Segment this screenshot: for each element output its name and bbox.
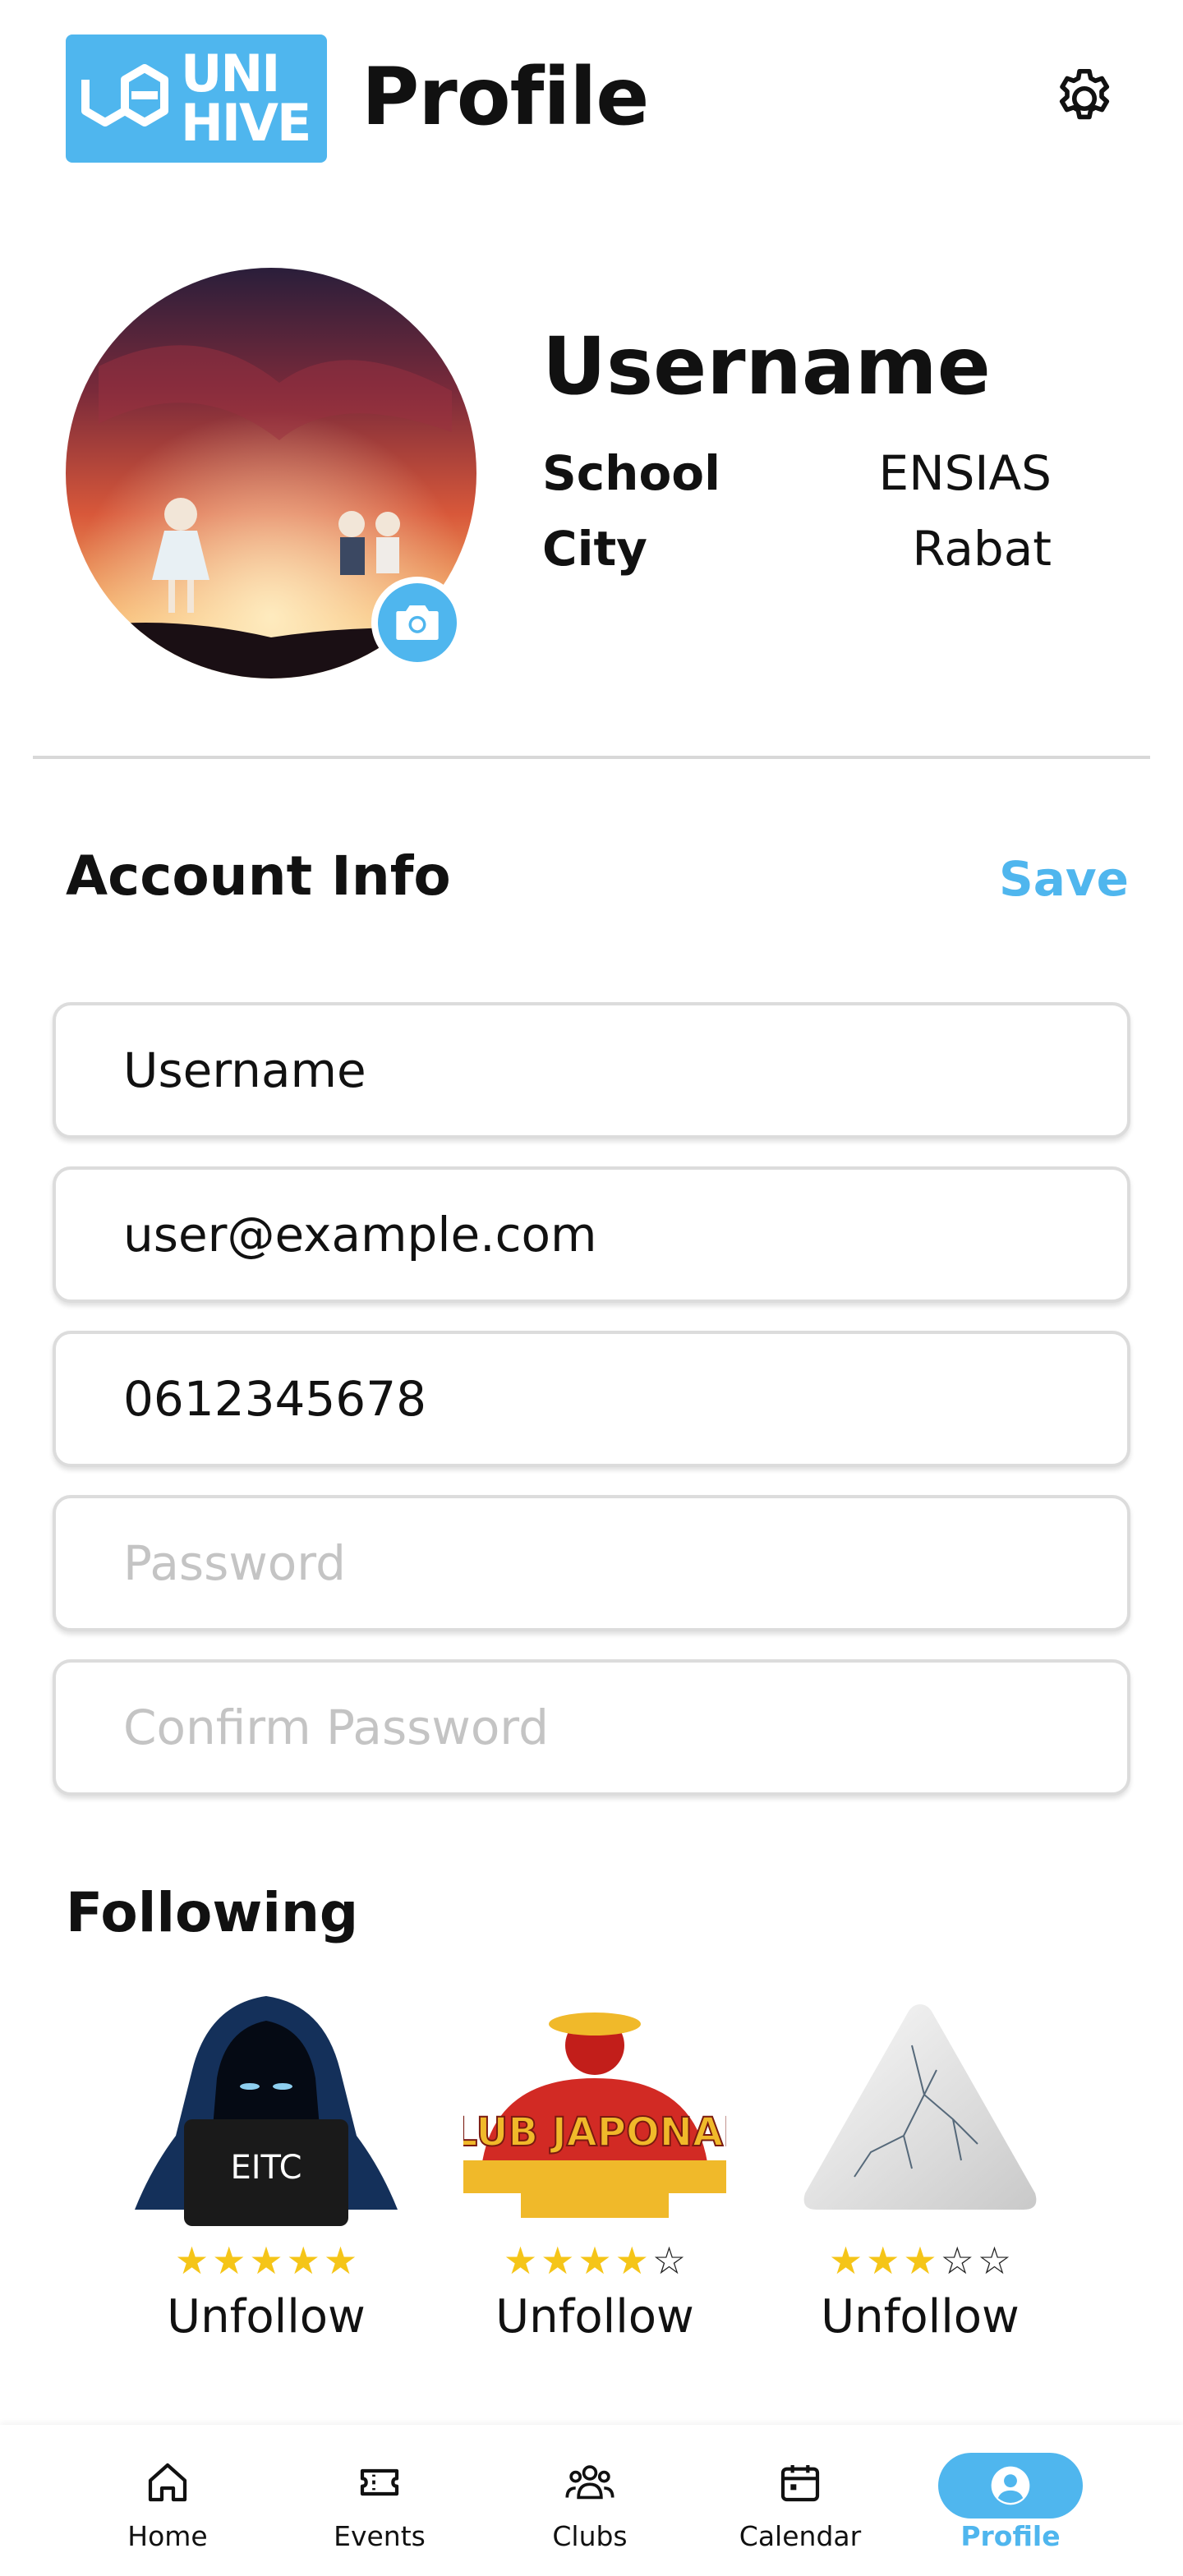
followed-club-card: ★ ★ ★ ☆ ☆ Unfollow bbox=[780, 1988, 1060, 2344]
star-empty-icon: ☆ bbox=[940, 2238, 974, 2283]
page-title: Profile bbox=[361, 51, 649, 143]
star-filled-icon: ★ bbox=[503, 2238, 538, 2283]
nav-home[interactable]: Home bbox=[85, 2453, 250, 2552]
password-field[interactable] bbox=[53, 1495, 1130, 1631]
star-filled-icon: ★ bbox=[174, 2238, 209, 2283]
star-filled-icon: ★ bbox=[866, 2238, 900, 2283]
nav-calendar[interactable]: Calendar bbox=[718, 2453, 882, 2552]
nav-calendar-label: Calendar bbox=[739, 2520, 862, 2552]
star-filled-icon: ★ bbox=[615, 2238, 649, 2283]
change-photo-button[interactable] bbox=[371, 577, 463, 669]
users-icon bbox=[560, 2453, 619, 2512]
star-filled-icon: ★ bbox=[828, 2238, 863, 2283]
divider bbox=[33, 756, 1150, 759]
username-field[interactable] bbox=[53, 1002, 1130, 1138]
city-value: Rabat bbox=[912, 521, 1052, 577]
camera-icon bbox=[396, 605, 439, 640]
club-logo[interactable]: CLUB JAPONAIS bbox=[422, 1988, 767, 2234]
confirm-password-field[interactable] bbox=[53, 1659, 1130, 1796]
phone-input[interactable] bbox=[56, 1334, 1127, 1464]
email-input[interactable] bbox=[56, 1170, 1127, 1300]
club-logo[interactable]: EITC bbox=[135, 1988, 398, 2234]
star-filled-icon: ★ bbox=[578, 2238, 612, 2283]
nav-clubs[interactable]: Clubs bbox=[508, 2453, 672, 2552]
password-input[interactable] bbox=[56, 1498, 1127, 1628]
star-filled-icon: ★ bbox=[323, 2238, 358, 2283]
settings-button[interactable] bbox=[1050, 64, 1119, 133]
calendar-icon bbox=[771, 2453, 830, 2512]
profile-icon bbox=[981, 2453, 1040, 2518]
school-label: School bbox=[542, 445, 721, 501]
logo-wordmark: UNI HIVE bbox=[181, 44, 311, 153]
star-filled-icon: ★ bbox=[541, 2238, 575, 2283]
star-filled-icon: ★ bbox=[249, 2238, 283, 2283]
gear-icon bbox=[1059, 68, 1110, 120]
app-logo: UNI HIVE bbox=[66, 34, 327, 163]
confirm-password-input[interactable] bbox=[56, 1663, 1127, 1792]
logo-text-line2: HIVE bbox=[181, 93, 311, 153]
club-logo[interactable] bbox=[789, 1988, 1052, 2234]
star-empty-icon: ☆ bbox=[651, 2238, 687, 2283]
username-input[interactable] bbox=[56, 1005, 1127, 1135]
star-empty-icon: ☆ bbox=[977, 2238, 1012, 2283]
bottom-nav: Home Events Clubs Calendar Profile bbox=[0, 2425, 1183, 2576]
school-row: School ENSIAS bbox=[542, 445, 1052, 501]
logo-text-line1: UNI bbox=[181, 44, 280, 104]
profile-username: Username bbox=[542, 320, 991, 412]
club-logo-text: CLUB JAPONAIS bbox=[463, 2109, 726, 2155]
club-rating: ★ ★ ★ ★ ★ bbox=[127, 2241, 406, 2280]
nav-clubs-label: Clubs bbox=[552, 2520, 628, 2552]
followed-club-card: EITC ★ ★ ★ ★ ★ Unfollow bbox=[127, 1988, 406, 2344]
unfollow-button[interactable]: Unfollow bbox=[167, 2290, 366, 2344]
city-row: City Rabat bbox=[542, 521, 1052, 577]
nav-profile-label: Profile bbox=[960, 2520, 1061, 2552]
star-filled-icon: ★ bbox=[212, 2238, 246, 2283]
club-rating: ★ ★ ★ ★ ☆ bbox=[455, 2241, 734, 2280]
star-filled-icon: ★ bbox=[903, 2238, 937, 2283]
club-logo-text: EITC bbox=[230, 2149, 302, 2187]
nav-events-label: Events bbox=[334, 2520, 426, 2552]
phone-field[interactable] bbox=[53, 1331, 1130, 1467]
star-filled-icon: ★ bbox=[286, 2238, 320, 2283]
home-icon bbox=[138, 2453, 197, 2512]
account-info-title: Account Info bbox=[66, 844, 451, 908]
following-title: Following bbox=[66, 1881, 359, 1944]
followed-club-card: CLUB JAPONAIS ★★★★☆ Unfollow bbox=[422, 1988, 767, 2344]
hive-logo-icon bbox=[81, 64, 168, 126]
nav-events[interactable]: Events bbox=[297, 2453, 462, 2552]
school-value: ENSIAS bbox=[878, 445, 1052, 501]
nav-profile[interactable]: Profile bbox=[928, 2453, 1093, 2552]
nav-home-label: Home bbox=[127, 2520, 208, 2552]
save-button[interactable]: Save bbox=[999, 851, 1129, 907]
email-field[interactable] bbox=[53, 1166, 1130, 1303]
unfollow-button[interactable]: Unfollow bbox=[821, 2290, 1020, 2344]
club-rating: ★ ★ ★ ☆ ☆ bbox=[780, 2241, 1060, 2280]
city-label: City bbox=[542, 521, 647, 577]
ticket-icon bbox=[350, 2453, 409, 2512]
unfollow-button[interactable]: Unfollow bbox=[495, 2290, 694, 2344]
